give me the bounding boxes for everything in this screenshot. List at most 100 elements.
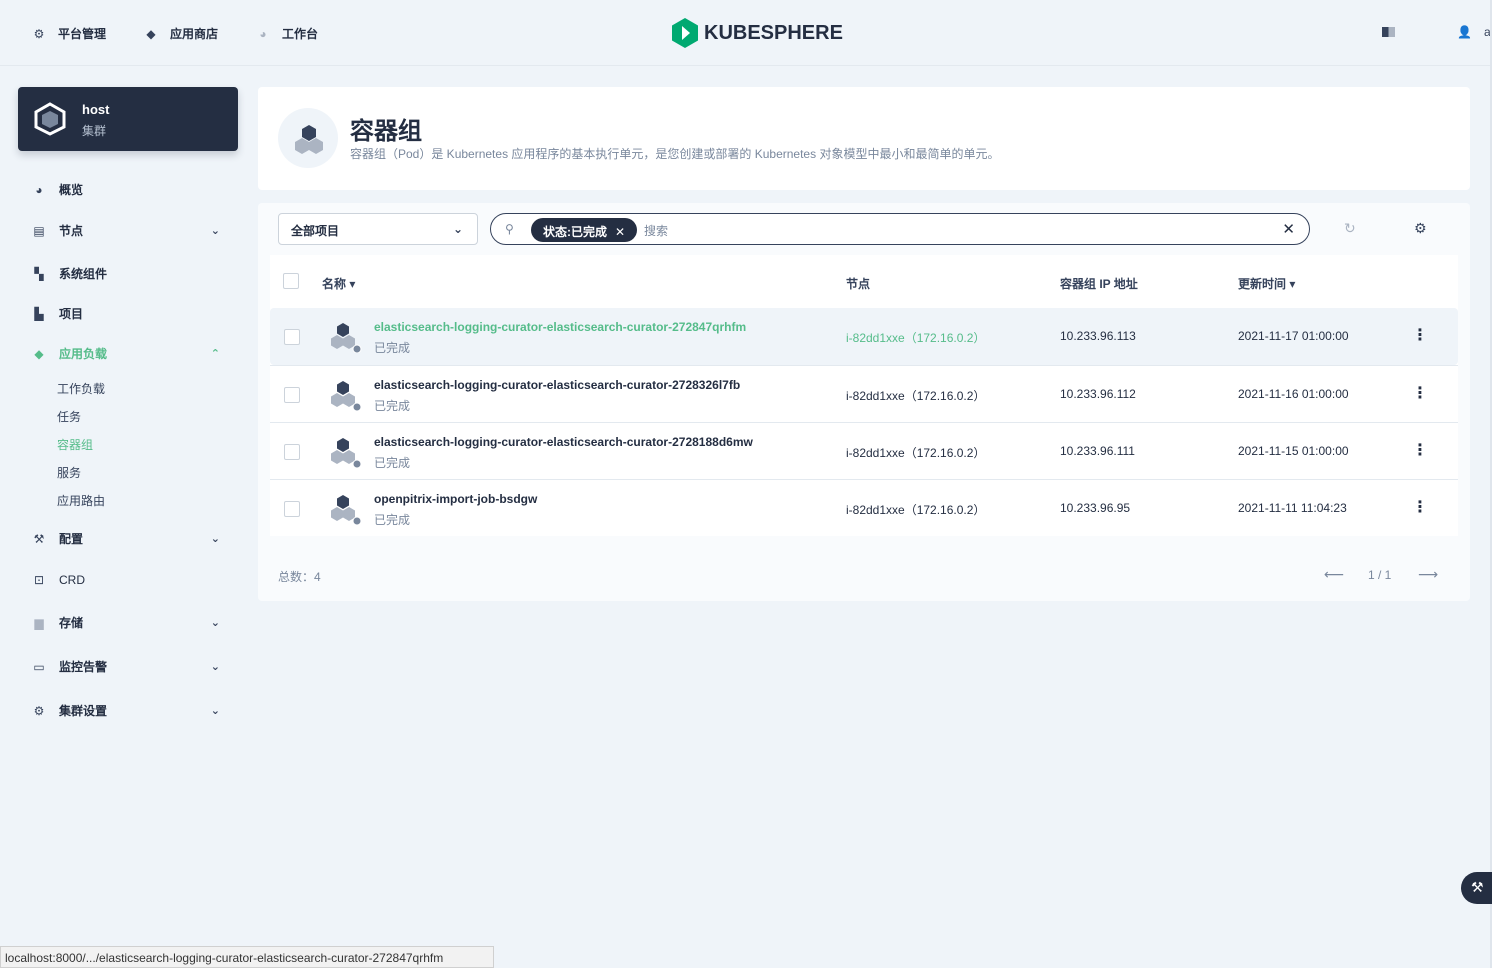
page-header: 容器组 容器组（Pod）是 Kubernetes 应用程序的基本执行单元，是您创… — [258, 87, 1470, 190]
cluster-name: host — [82, 102, 110, 117]
sidebar-item-overview[interactable]: ◕ 概览 — [32, 181, 228, 198]
pod-name-link[interactable]: openpitrix-import-job-bsdgw — [374, 492, 537, 506]
label: 监控告警 — [59, 660, 108, 674]
search-input[interactable]: ⚲ 状态:已完成 ✕ 搜索 ✕ — [490, 213, 1310, 245]
sidebar-sub-ingress[interactable]: 应用路由 — [57, 492, 105, 509]
more-icon[interactable]: ⋮ — [1412, 440, 1428, 460]
next-page-icon[interactable]: ⟶ — [1418, 566, 1438, 583]
search-placeholder: 搜索 — [644, 224, 669, 238]
sidebar-sub-jobs[interactable]: 任务 — [57, 408, 81, 425]
gear-icon[interactable]: ⚙ — [1414, 220, 1427, 237]
label: 集群设置 — [59, 704, 108, 718]
help-button[interactable]: ⚒ — [1461, 872, 1492, 904]
sidebar-item-monitoring[interactable]: ▭ 监控告警 ⌄ — [32, 658, 228, 675]
label: 名称 — [322, 277, 347, 291]
pod-icon — [278, 108, 338, 168]
crd-icon: ⊡ — [33, 573, 45, 587]
sidebar-item-crd[interactable]: ⊡ CRD — [32, 573, 228, 587]
more-icon[interactable]: ⋮ — [1412, 497, 1428, 517]
chevron-down-icon: ⌄ — [210, 705, 220, 717]
chevron-down-icon: ⌄ — [210, 617, 220, 629]
sidebar-sub-pods[interactable]: 容器组 — [57, 436, 93, 453]
pod-name-link[interactable]: elasticsearch-logging-curator-elasticsea… — [374, 378, 740, 392]
pod-status: 已完成 — [374, 456, 411, 470]
nav-label: 工作台 — [282, 27, 319, 41]
sidebar-item-workloads[interactable]: ◆ 应用负载 ⌃ — [32, 345, 228, 362]
cluster-switcher[interactable]: host 集群 — [18, 87, 238, 151]
col-name[interactable]: 名称 ▾ — [322, 275, 355, 292]
total-count: 总数：4 — [278, 570, 321, 584]
chevron-down-icon: ⌄ — [210, 533, 220, 545]
pod-ip: 10.233.96.111 — [1060, 444, 1135, 458]
sidebar-item-settings[interactable]: ⚙ 集群设置 ⌄ — [32, 702, 228, 719]
pod-icon — [331, 438, 362, 468]
pod-status: 已完成 — [374, 341, 411, 355]
filter-label: 状态:已完成 — [543, 225, 607, 239]
row-checkbox[interactable] — [284, 444, 300, 460]
col-node: 节点 — [846, 277, 871, 291]
pod-ip: 10.233.96.112 — [1060, 387, 1136, 401]
filter-tag[interactable]: 状态:已完成 ✕ — [531, 218, 638, 242]
row-checkbox[interactable] — [284, 387, 300, 403]
label: 更新时间 — [1238, 277, 1287, 291]
pod-list-panel: 全部项目 ⌄ ⚲ 状态:已完成 ✕ 搜索 ✕ ↻ ⚙ 名称 ▾ 节点 容器组 IP … — [258, 203, 1470, 601]
update-time: 2021-11-15 01:00:00 — [1238, 444, 1349, 458]
chevron-down-icon: ⌄ — [210, 661, 220, 673]
col-time[interactable]: 更新时间 ▾ — [1238, 275, 1295, 292]
select-all-checkbox[interactable] — [283, 273, 299, 289]
nav-workbench[interactable]: ◕ 工作台 — [256, 25, 318, 42]
row-checkbox[interactable] — [284, 329, 300, 345]
pod-name-link[interactable]: elasticsearch-logging-curator-elasticsea… — [374, 435, 753, 449]
pod-name-link[interactable]: elasticsearch-logging-curator-elasticsea… — [374, 320, 746, 334]
label: 系统组件 — [59, 267, 108, 281]
clear-icon[interactable]: ✕ — [1282, 220, 1295, 238]
page-indicator: 1 / 1 — [1368, 568, 1392, 582]
hammer-icon: ⚒ — [1471, 879, 1484, 895]
project-select[interactable]: 全部项目 ⌄ — [278, 213, 478, 245]
pod-ip: 10.233.96.95 — [1060, 501, 1131, 515]
sidebar-item-projects[interactable]: ▙ 项目 — [32, 305, 228, 322]
label: 概览 — [59, 183, 84, 197]
search-icon: ⚲ — [505, 222, 514, 236]
nav-appstore[interactable]: ◆ 应用商店 — [144, 25, 218, 42]
link-status-bar: localhost:8000/.../elasticsearch-logging… — [0, 946, 494, 968]
pod-table: 名称 ▾ 节点 容器组 IP 地址 更新时间 ▾ elasticsearch-l… — [270, 255, 1458, 536]
update-time: 2021-11-11 11:04:23 — [1238, 501, 1347, 515]
table-row[interactable]: elasticsearch-logging-curator-elasticsea… — [270, 365, 1458, 422]
layers-icon: ◆ — [34, 346, 44, 361]
kubesphere-logo[interactable]: KUBESPHERE — [672, 18, 843, 48]
components-icon: ▚ — [34, 266, 44, 281]
cluster-icon — [34, 102, 66, 136]
node-link[interactable]: i-82dd1xxe（172.16.0.2） — [846, 444, 985, 461]
page-title: 容器组 — [350, 118, 422, 145]
more-icon[interactable]: ⋮ — [1412, 325, 1428, 345]
docs-icon[interactable] — [1382, 27, 1395, 37]
refresh-icon[interactable]: ↻ — [1344, 220, 1356, 237]
close-icon[interactable]: ✕ — [615, 225, 625, 239]
pod-status: 已完成 — [374, 399, 411, 413]
col-ip: 容器组 IP 地址 — [1060, 277, 1138, 291]
table-row[interactable]: openpitrix-import-job-bsdgw 已完成 i-82dd1x… — [270, 479, 1458, 536]
select-value: 全部项目 — [291, 224, 340, 238]
sidebar-sub-services[interactable]: 服务 — [57, 464, 81, 481]
label: 节点 — [59, 224, 84, 238]
table-row[interactable]: elasticsearch-logging-curator-elasticsea… — [270, 422, 1458, 479]
dashboard-icon: ◕ — [259, 26, 267, 41]
table-header: 名称 ▾ 节点 容器组 IP 地址 更新时间 ▾ — [270, 255, 1458, 308]
node-link[interactable]: i-82dd1xxe（172.16.0.2） — [846, 387, 985, 404]
table-row[interactable]: elasticsearch-logging-curator-elasticsea… — [270, 308, 1458, 365]
more-icon[interactable]: ⋮ — [1412, 383, 1428, 403]
prev-page-icon[interactable]: ⟵ — [1324, 566, 1344, 583]
pod-icon — [331, 495, 362, 525]
sidebar-item-storage[interactable]: ▆ 存储 ⌄ — [32, 614, 228, 631]
node-link[interactable]: i-82dd1xxe（172.16.0.2） — [846, 329, 985, 346]
node-link[interactable]: i-82dd1xxe（172.16.0.2） — [846, 501, 985, 518]
sidebar-item-config[interactable]: ⚒ 配置 ⌄ — [32, 530, 228, 547]
sidebar-sub-workloads[interactable]: 工作负载 — [57, 380, 105, 397]
pod-icon — [331, 381, 362, 411]
nav-platform[interactable]: ⚙ 平台管理 — [32, 25, 106, 42]
sidebar-item-components[interactable]: ▚ 系统组件 — [32, 265, 228, 282]
row-checkbox[interactable] — [284, 501, 300, 517]
chevron-down-icon: ⌄ — [210, 225, 220, 237]
sidebar-item-nodes[interactable]: ▤ 节点 ⌄ — [32, 222, 228, 239]
